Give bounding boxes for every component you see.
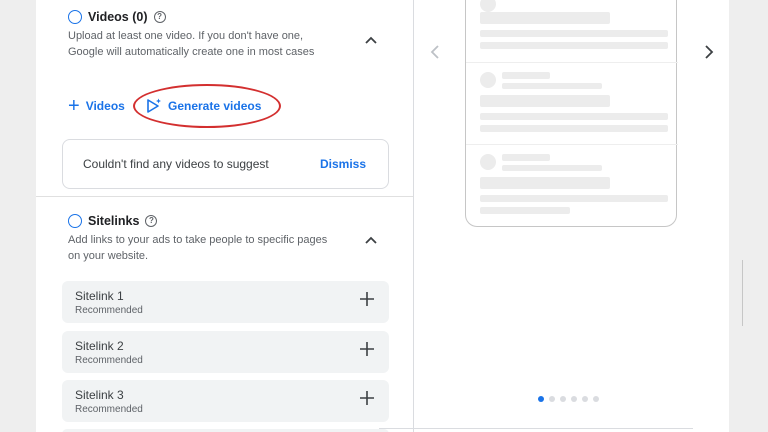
preview-pagination [538,396,599,402]
pagination-dot[interactable] [560,396,566,402]
scrollbar[interactable] [742,260,743,326]
chevron-up-icon[interactable] [364,33,378,47]
suggestion-message: Couldn't find any videos to suggest [83,157,269,171]
plus-icon[interactable] [359,341,375,357]
plus-icon[interactable] [359,291,375,307]
pagination-dot[interactable] [538,396,544,402]
videos-description: Upload at least one video. If you don't … [68,30,315,58]
add-videos-button[interactable]: + Videos [68,95,125,117]
ad-assets-page: Videos (0) ? Upload at least one video. … [36,0,729,432]
videos-section: Videos (0) ? Upload at least one video. … [36,0,413,196]
video-suggestion-notice: Couldn't find any videos to suggest Dism… [62,139,389,189]
ad-preview-panel [415,0,729,432]
help-circle-icon[interactable]: ? [153,11,166,23]
chevron-right-icon[interactable] [703,44,715,60]
sitelink-item-1[interactable]: Sitelink 1 Recommended [62,281,389,323]
dismiss-button[interactable]: Dismiss [320,157,366,171]
sitelinks-radio[interactable] [68,214,82,228]
pagination-dot[interactable] [549,396,555,402]
sitelink-sublabel: Recommended [75,355,143,366]
pagination-dot[interactable] [593,396,599,402]
videos-header: Videos (0) ? [68,10,166,24]
plus-icon: + [68,95,80,117]
sitelink-item-3[interactable]: Sitelink 3 Recommended [62,380,389,422]
add-videos-label: Videos [85,99,125,113]
sparkle-play-icon [147,98,161,113]
videos-radio[interactable] [68,10,82,24]
sitelink-label: Sitelink 3 [75,388,124,402]
preview-bottom-border [379,428,693,429]
sitelink-sublabel: Recommended [75,404,143,415]
sitelinks-title: Sitelinks [88,214,140,228]
sitelinks-header: Sitelinks ? [68,214,158,228]
sitelink-sublabel: Recommended [75,305,143,316]
sitelink-label: Sitelink 2 [75,339,124,353]
chevron-up-icon[interactable] [364,233,378,247]
chevron-left-icon[interactable] [429,44,441,60]
plus-icon[interactable] [359,390,375,406]
pagination-dot[interactable] [571,396,577,402]
pagination-dot[interactable] [582,396,588,402]
phone-preview-frame [465,0,678,227]
generate-videos-button[interactable]: Generate videos [146,98,261,114]
generate-videos-label: Generate videos [168,99,262,113]
sitelink-label: Sitelink 1 [75,289,124,303]
help-circle-icon[interactable]: ? [145,215,158,227]
videos-title: Videos (0) [88,10,148,24]
sitelink-item-2[interactable]: Sitelink 2 Recommended [62,331,389,373]
sitelinks-description: Add links to your ads to take people to … [68,234,328,262]
assets-panel: Videos (0) ? Upload at least one video. … [36,0,414,432]
sitelinks-section: Sitelinks ? Add links to your ads to tak… [36,197,413,432]
